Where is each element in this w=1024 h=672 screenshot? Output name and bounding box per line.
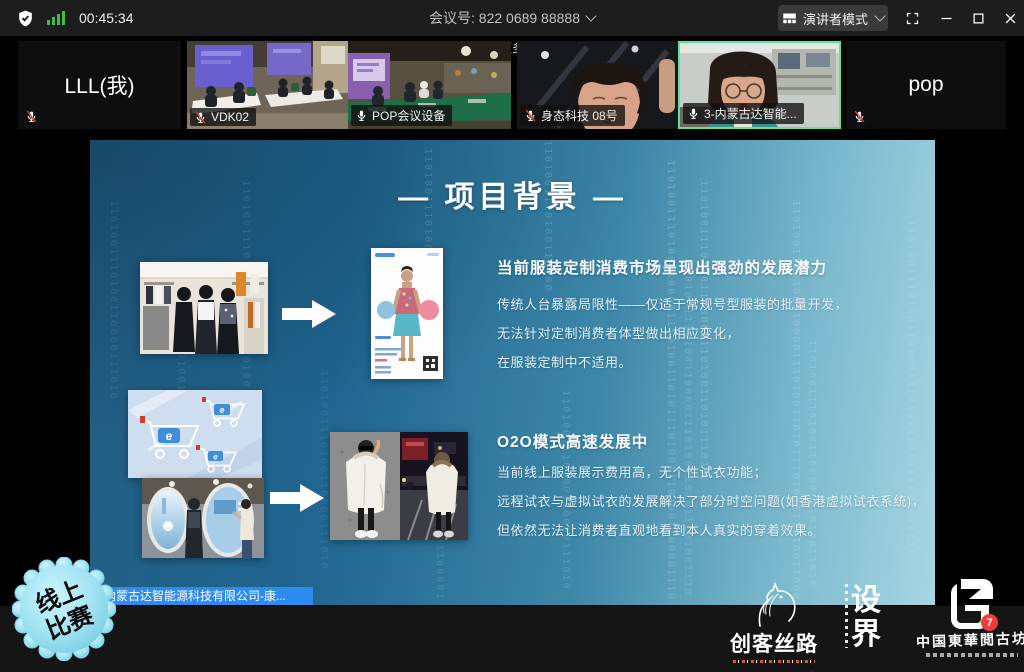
sharing-source-banner: 内蒙古达智能源科技有限公司-康... [95,587,313,606]
mic-on-icon [687,107,700,120]
video-tile-neimenggu[interactable]: 3-内蒙古达智能... [678,41,841,129]
video-tile-pop[interactable]: pop [846,41,1006,129]
minimize-button[interactable] [932,0,960,36]
binary-decoration: 1101001110100110000111010011010111010011… [108,200,119,400]
section2-line3: 但依然无法让消费者直观地看到本人真实的穿着效果。 [497,516,935,545]
tile-status [849,107,870,126]
image-virtual-fitting-app [371,248,443,379]
image-white-coat-photos [330,432,468,540]
participant-name: LLL(我) [18,41,181,129]
mic-muted-icon [25,110,38,123]
close-button[interactable] [996,0,1024,36]
minimize-icon [939,11,954,26]
video-tile-pop-device[interactable]: POP会议设备 [348,41,511,129]
participant-name: pop [846,41,1006,129]
svg-text:e: e [219,405,224,415]
section2-heading: O2O模式高速发展中 [497,430,648,452]
shared-screen-slide: 1101001110100110000111010011010111010011… [90,140,935,605]
fullscreen-icon [905,11,920,26]
svg-text:e: e [213,453,218,462]
mic-muted-icon [853,110,866,123]
titlebar: 00:45:34 会议号: 822 0689 88888 演讲者模式 [0,0,1024,36]
tile-status: VDK02 [190,108,256,126]
video-tile-shentai[interactable]: 身态科技 08号 [517,41,680,129]
tile-status: 身态科技 08号 [520,105,625,126]
image-fitting-mirror-kiosks [142,478,264,558]
chat-unread-badge: 7 [981,614,998,631]
participant-name: VDK02 [211,110,249,124]
video-tile-lll[interactable]: LLL(我) [18,41,181,129]
svg-text:e: e [166,429,173,443]
binary-decoration: 1101001110100110000111010011010111010011… [318,370,329,570]
participant-name: 3-内蒙古达智能... [704,105,797,122]
maximize-button[interactable] [964,0,992,36]
close-icon [1003,11,1018,26]
section2-line2: 远程试衣与虚拟试衣的发展解决了部分时空问题(如香港虚拟试衣系统)， [497,487,935,516]
section1-line1: 传统人台暴露局限性——仅适于常规号型服装的批量开发， [497,290,927,319]
tile-status: POP会议设备 [351,105,452,126]
chevron-down-icon [874,10,885,21]
view-mode-label: 演讲者模式 [803,9,868,28]
meeting-id-text: 会议号: 822 0689 88888 [429,8,580,28]
mic-muted-icon [524,109,537,122]
tile-status [21,107,42,126]
tile-status: 3-内蒙古达智能... [683,103,804,124]
bottom-toolbar [0,605,1024,672]
mic-on-icon [355,109,368,122]
video-tile-vdk02[interactable]: VDK02 [187,41,350,129]
chevron-down-icon [585,10,596,21]
mic-muted-icon [194,111,207,124]
participant-name: POP会议设备 [372,107,445,124]
image-clothing-store [140,262,268,354]
arrow-right-icon [282,298,336,330]
section1-line2: 无法针对定制消费者体型做出相应变化， [497,319,927,348]
view-mode-button[interactable]: 演讲者模式 [778,5,888,31]
speaker-view-icon [782,11,797,26]
arrow-right-icon [270,482,324,514]
section1-line3: 在服装定制中不适用。 [497,348,927,377]
fullscreen-button[interactable] [898,0,926,36]
maximize-icon [971,11,986,26]
image-online-shopping-carts: e e e [128,390,262,478]
participant-name: 身态科技 08号 [541,107,618,124]
slide-title: — 项目背景 — [90,172,935,216]
section1-heading: 当前服装定制消费市场呈现出强劲的发展潜力 [497,256,827,278]
section2-line1: 当前线上服装展示费用高，无个性试衣功能； [497,458,935,487]
